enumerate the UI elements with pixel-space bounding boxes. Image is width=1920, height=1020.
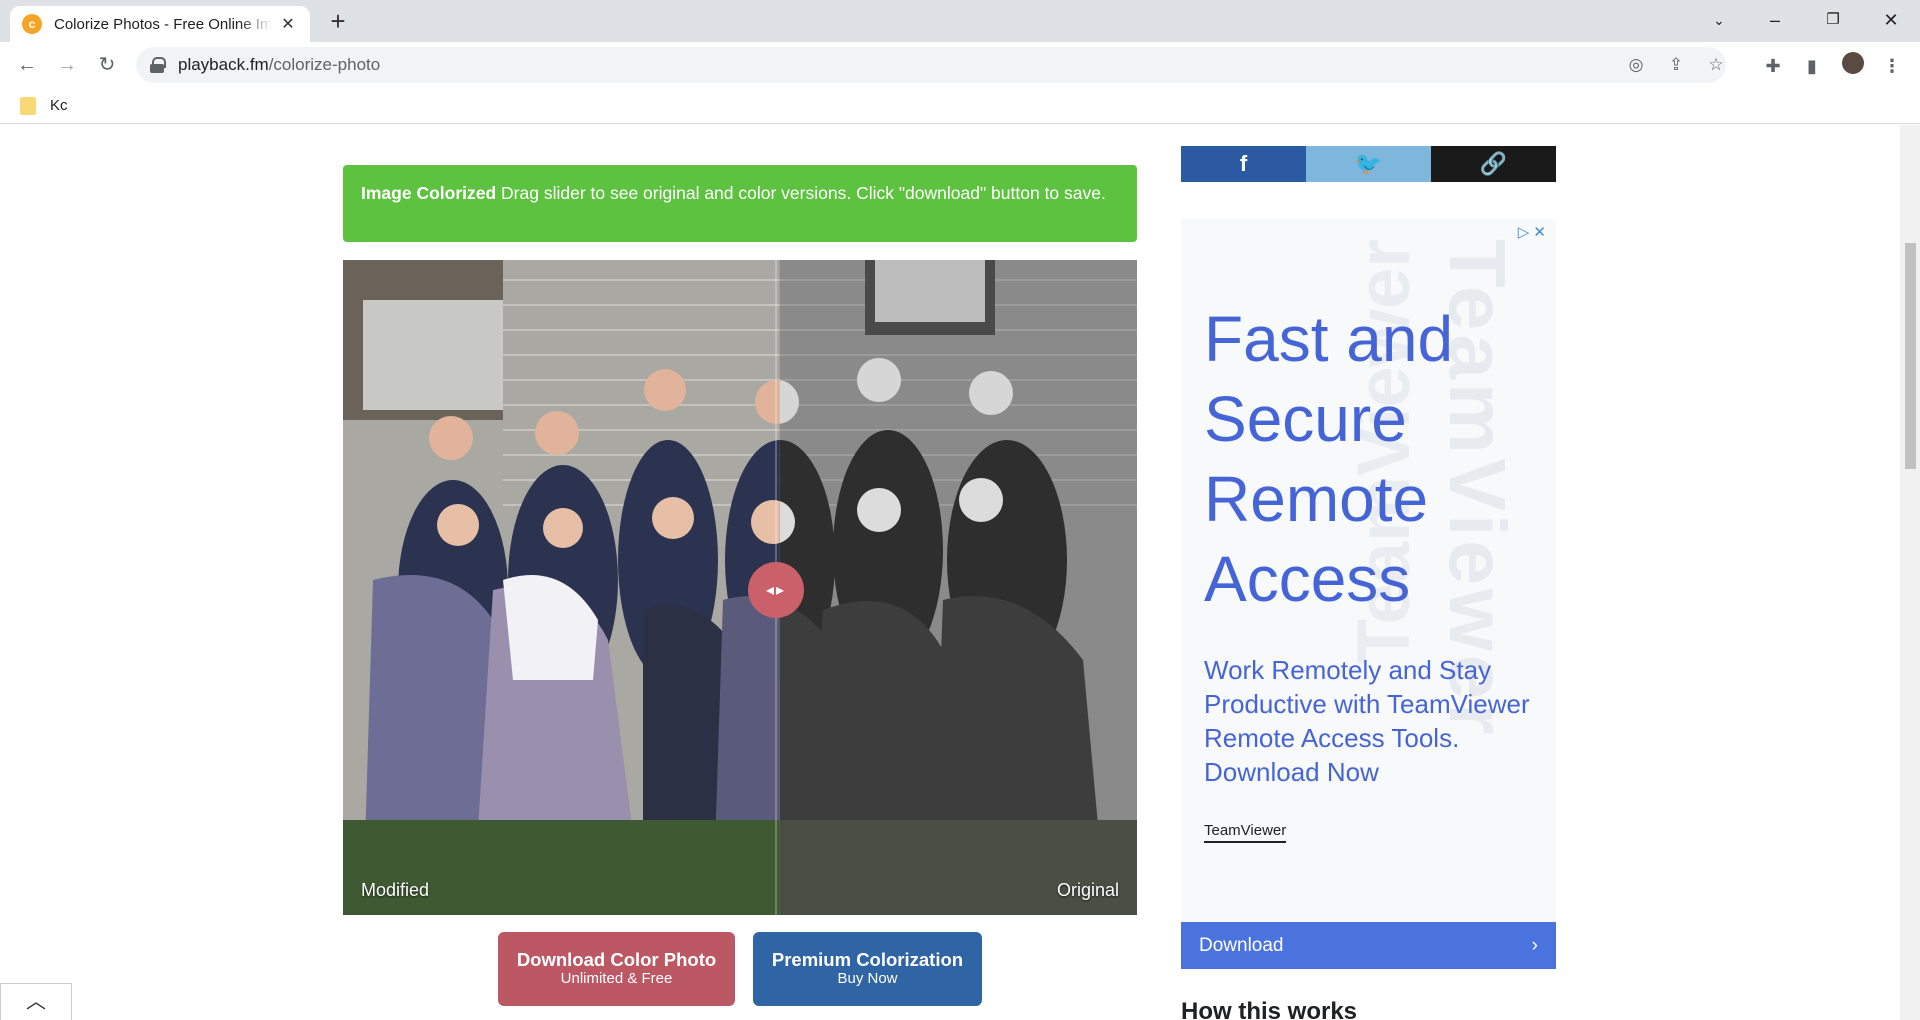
browser-toolbar: ← → ↻ playback.fm/colorize-photo ◎ ⇪ ☆ ✚…	[0, 42, 1920, 88]
premium-colorization-button[interactable]: Premium Colorization Buy Now	[753, 932, 982, 1006]
back-arrow-icon[interactable]: ←	[11, 49, 43, 81]
ad-cta-label: Download	[1199, 934, 1284, 956]
ad-brand-link[interactable]: TeamViewer	[1204, 822, 1287, 843]
side-panel-icon[interactable]: ▮	[1800, 54, 1824, 78]
bookmark-folder-kc[interactable]: Kc	[50, 97, 68, 114]
chevron-right-icon: ›	[1531, 934, 1538, 956]
facebook-share-icon[interactable]: f	[1181, 146, 1306, 182]
restore-icon[interactable]: ❐	[1810, 4, 1856, 36]
forward-arrow-icon[interactable]: →	[51, 49, 83, 81]
minimize-icon[interactable]: –	[1752, 4, 1798, 36]
url-text: playback.fm/colorize-photo	[178, 55, 381, 74]
share-bar: f 🐦 🔗	[1181, 146, 1556, 182]
new-tab-icon[interactable]: +	[324, 8, 352, 36]
alert-message: Drag slider to see original and color ve…	[496, 183, 1106, 203]
bookmark-star-icon[interactable]: ☆	[1705, 54, 1727, 76]
collapse-chevron-up-icon[interactable]: ︿	[0, 983, 72, 1020]
eye-off-icon[interactable]: ◎	[1625, 54, 1647, 76]
alert-title: Image Colorized	[361, 183, 497, 203]
ad-headline: Fast and Secure Remote Access	[1204, 303, 1454, 615]
tab-title: Colorize Photos - Free Online Image Colo…	[54, 15, 272, 33]
share-icon[interactable]: ⇪	[1665, 54, 1687, 76]
section-heading: How this works	[1181, 998, 1358, 1020]
page-scrollbar[interactable]	[1900, 125, 1920, 1020]
bookmarks-bar: Kc	[0, 88, 1920, 124]
copy-link-icon[interactable]: 🔗	[1431, 146, 1556, 182]
ad-choices-close-icon[interactable]: ▷ ✕	[1518, 223, 1546, 241]
success-alert: Image Colorized Drag slider to see origi…	[343, 165, 1137, 242]
tab-search-chevron-icon[interactable]: ⌄	[1696, 4, 1742, 36]
twitter-share-icon[interactable]: 🐦	[1306, 146, 1431, 182]
original-label: Original	[1056, 880, 1119, 900]
browser-tab-active[interactable]: c Colorize Photos - Free Online Image Co…	[10, 6, 310, 42]
menu-kebab-icon[interactable]: ⋮	[1880, 54, 1904, 78]
teamviewer-ad[interactable]: TeamViewer TeamViewer ▷ ✕ Fast and Secur…	[1181, 219, 1556, 969]
tab-strip: c Colorize Photos - Free Online Image Co…	[0, 0, 1920, 42]
extensions-puzzle-icon[interactable]: ✚	[1761, 54, 1785, 78]
folder-icon	[20, 96, 36, 115]
ad-download-button[interactable]: Download ›	[1181, 922, 1556, 969]
reload-icon[interactable]: ↻	[91, 49, 123, 81]
window-close-icon[interactable]: ✕	[1868, 4, 1914, 36]
ad-body: Work Remotely and Stay Productive with T…	[1204, 655, 1530, 787]
tab-close-icon[interactable]: ✕	[278, 14, 298, 34]
site-favicon-icon: c	[22, 14, 42, 34]
lock-icon	[150, 57, 166, 73]
page-viewport: Image Colorized Drag slider to see origi…	[0, 125, 1900, 1020]
profile-avatar[interactable]	[1842, 52, 1864, 74]
download-color-photo-button[interactable]: Download Color Photo Unlimited & Free	[498, 932, 735, 1006]
modified-label: Modified	[361, 880, 430, 900]
address-bar[interactable]: playback.fm/colorize-photo ◎ ⇪ ☆	[136, 47, 1726, 83]
slider-handle-arrows-icon[interactable]: ◂▸	[748, 562, 804, 618]
before-after-compare[interactable]: ◂▸ Modified Original	[343, 260, 1137, 915]
scrollbar-thumb[interactable]	[1905, 243, 1916, 469]
